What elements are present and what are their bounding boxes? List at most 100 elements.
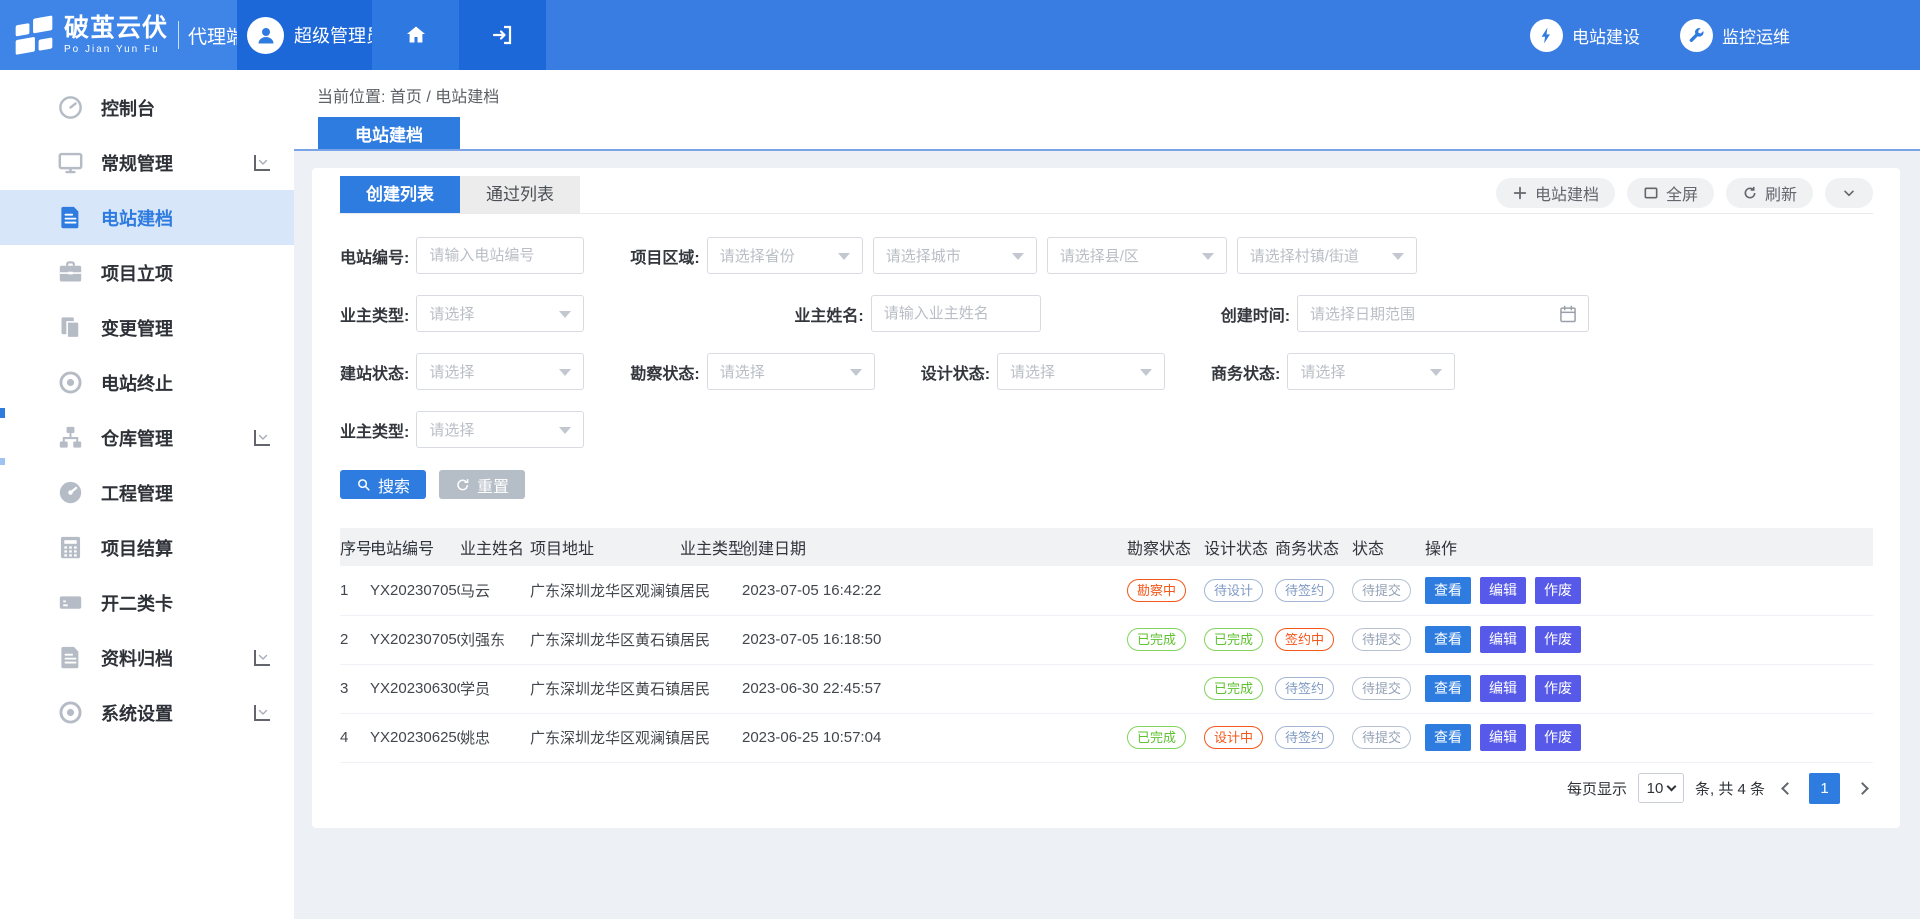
sidebar-item-console[interactable]: 控制台 [0, 80, 294, 135]
logout-button[interactable] [459, 0, 546, 70]
cell-design-status: 已完成 [1204, 664, 1275, 713]
dashboard-icon [57, 94, 84, 121]
county-select[interactable]: 请选择县/区 [1047, 237, 1227, 274]
filter-label: 电站编号: [340, 244, 409, 268]
placeholder-text: 请选择 [429, 303, 474, 324]
calendar-icon [1558, 304, 1578, 324]
dropdown-arrow-icon [559, 311, 571, 318]
column-header: 设计状态 [1204, 528, 1275, 566]
document-icon [57, 204, 84, 231]
view-button[interactable]: 查看 [1425, 675, 1471, 702]
next-page-button[interactable] [1851, 773, 1873, 804]
placeholder-text: 请选择 [1010, 361, 1055, 382]
sidebar-item-general-management[interactable]: 常规管理 [0, 135, 294, 190]
cell-status-status: 待提交 [1352, 664, 1425, 713]
cell-owner-type: 居民 [680, 713, 742, 762]
column-header: 序号 [340, 528, 370, 566]
pagination: 每页显示 10 条, 共 4 条 1 [340, 773, 1873, 804]
breadcrumb-band: 当前位置: 首页 / 电站建档 电站建档 [294, 70, 1920, 149]
table-row: 4YX2023062500004姚忠广东深圳龙华区观澜镇姚家庄...居民2023… [340, 713, 1873, 762]
logout-icon [491, 23, 515, 47]
invalidate-button[interactable]: 作废 [1535, 724, 1581, 751]
toolbar-refresh-button[interactable]: 刷新 [1726, 178, 1813, 208]
toolbar-create-station-button[interactable]: 电站建档 [1496, 178, 1615, 208]
owner-type-2-select[interactable]: 请选择 [416, 411, 584, 448]
sidebar-item-label: 常规管理 [101, 150, 173, 176]
brand-text: 破茧云伏 Po Jian Yun Fu [64, 16, 168, 55]
sidebar-scrollbar-thumb[interactable] [0, 458, 5, 465]
header-nav-label: 监控运维 [1722, 23, 1790, 48]
edit-button[interactable]: 编辑 [1480, 724, 1526, 751]
status-status-badge: 待提交 [1352, 726, 1411, 749]
column-header: 创建日期 [742, 528, 1127, 566]
per-page-value: 10 [1647, 780, 1664, 797]
placeholder-text: 请选择城市 [886, 245, 961, 266]
survey-status-select[interactable]: 请选择 [707, 353, 875, 390]
invalidate-button[interactable]: 作废 [1535, 577, 1581, 604]
sidebar-item-project-initiation[interactable]: 项目立项 [0, 245, 294, 300]
invalidate-button[interactable]: 作废 [1535, 626, 1581, 653]
lightning-icon [1530, 19, 1563, 52]
page-1-button[interactable]: 1 [1809, 773, 1840, 804]
per-page-select[interactable]: 10 [1638, 773, 1684, 803]
view-button[interactable]: 查看 [1425, 577, 1471, 604]
sidebar-item-station-termination[interactable]: 电站终止 [0, 355, 294, 410]
sidebar-item-station-archive[interactable]: 电站建档 [0, 190, 294, 245]
toolbar-fullscreen-button[interactable]: 全屏 [1627, 178, 1714, 208]
header-nav-monitor-ops[interactable]: 监控运维 [1680, 19, 1790, 52]
view-button[interactable]: 查看 [1425, 626, 1471, 653]
filter-group-city: 请选择城市 [873, 237, 1037, 274]
user-menu[interactable]: 超级管理员 [237, 0, 372, 70]
content-card: 创建列表通过列表 电站建档全屏刷新 电站编号:项目区域:请选择省份请选择城市请选… [312, 168, 1900, 828]
toolbar-collapse-button[interactable] [1825, 178, 1873, 208]
owner-name-input[interactable] [871, 295, 1041, 332]
breadcrumb-home-link[interactable]: 首页 [390, 89, 422, 106]
business-status-select[interactable]: 请选择 [1287, 353, 1455, 390]
sidebar-item-system-settings[interactable]: 系统设置 [0, 685, 294, 740]
placeholder-text: 请选择 [1300, 361, 1345, 382]
province-select[interactable]: 请选择省份 [707, 237, 863, 274]
station-code-input[interactable] [416, 237, 584, 274]
sidebar-item-engineering-management[interactable]: 工程管理 [0, 465, 294, 520]
cell-status-status: 待提交 [1352, 615, 1425, 664]
town-select[interactable]: 请选择村镇/街道 [1237, 237, 1417, 274]
tab-create-list[interactable]: 创建列表 [340, 176, 460, 213]
invalidate-button[interactable]: 作废 [1535, 675, 1581, 702]
build-status-select[interactable]: 请选择 [416, 353, 584, 390]
brand[interactable]: 破茧云伏 Po Jian Yun Fu 代理端 [0, 0, 237, 70]
city-select[interactable]: 请选择城市 [873, 237, 1037, 274]
status-status-badge: 待提交 [1352, 579, 1411, 602]
cell-owner-type: 居民 [680, 664, 742, 713]
breadcrumb-label: 当前位置: [317, 89, 385, 106]
sidebar-item-change-management[interactable]: 变更管理 [0, 300, 294, 355]
search-button[interactable]: 搜索 [340, 470, 426, 499]
placeholder-text: 请选择 [429, 361, 474, 382]
card-head: 创建列表通过列表 电站建档全屏刷新 [340, 176, 1873, 214]
sidebar-item-open-class2-card[interactable]: 开二类卡 [0, 575, 294, 630]
sidebar-item-project-settlement[interactable]: 项目结算 [0, 520, 294, 575]
created-time-date-picker[interactable]: 请选择日期范围 [1297, 295, 1589, 332]
header-nav-station-build[interactable]: 电站建设 [1530, 19, 1640, 52]
sidebar-item-warehouse-management[interactable]: 仓库管理 [0, 410, 294, 465]
edit-button[interactable]: 编辑 [1480, 577, 1526, 604]
home-button[interactable] [372, 0, 459, 70]
view-button[interactable]: 查看 [1425, 724, 1471, 751]
sidebar-item-data-archive[interactable]: 资料归档 [0, 630, 294, 685]
edit-button[interactable]: 编辑 [1480, 675, 1526, 702]
prev-page-button[interactable] [1776, 773, 1798, 804]
owner-type-select[interactable]: 请选择 [416, 295, 584, 332]
placeholder-text: 请选择县/区 [1060, 245, 1139, 266]
bankcard-icon [57, 589, 84, 616]
plus-icon [1512, 185, 1528, 201]
brand-logo-icon [12, 13, 56, 57]
per-page-label: 每页显示 [1567, 778, 1627, 799]
reset-button[interactable]: 重置 [439, 470, 525, 499]
filter-label: 勘察状态: [630, 360, 699, 384]
tab-passed-list[interactable]: 通过列表 [460, 176, 580, 213]
survey-status-badge: 已完成 [1127, 628, 1186, 651]
filter-group-town: 请选择村镇/街道 [1237, 237, 1417, 274]
page-tab-station-archive[interactable]: 电站建档 [318, 117, 460, 149]
edit-button[interactable]: 编辑 [1480, 626, 1526, 653]
sidebar-scrollbar-thumb[interactable] [0, 408, 5, 418]
design-status-select[interactable]: 请选择 [997, 353, 1165, 390]
